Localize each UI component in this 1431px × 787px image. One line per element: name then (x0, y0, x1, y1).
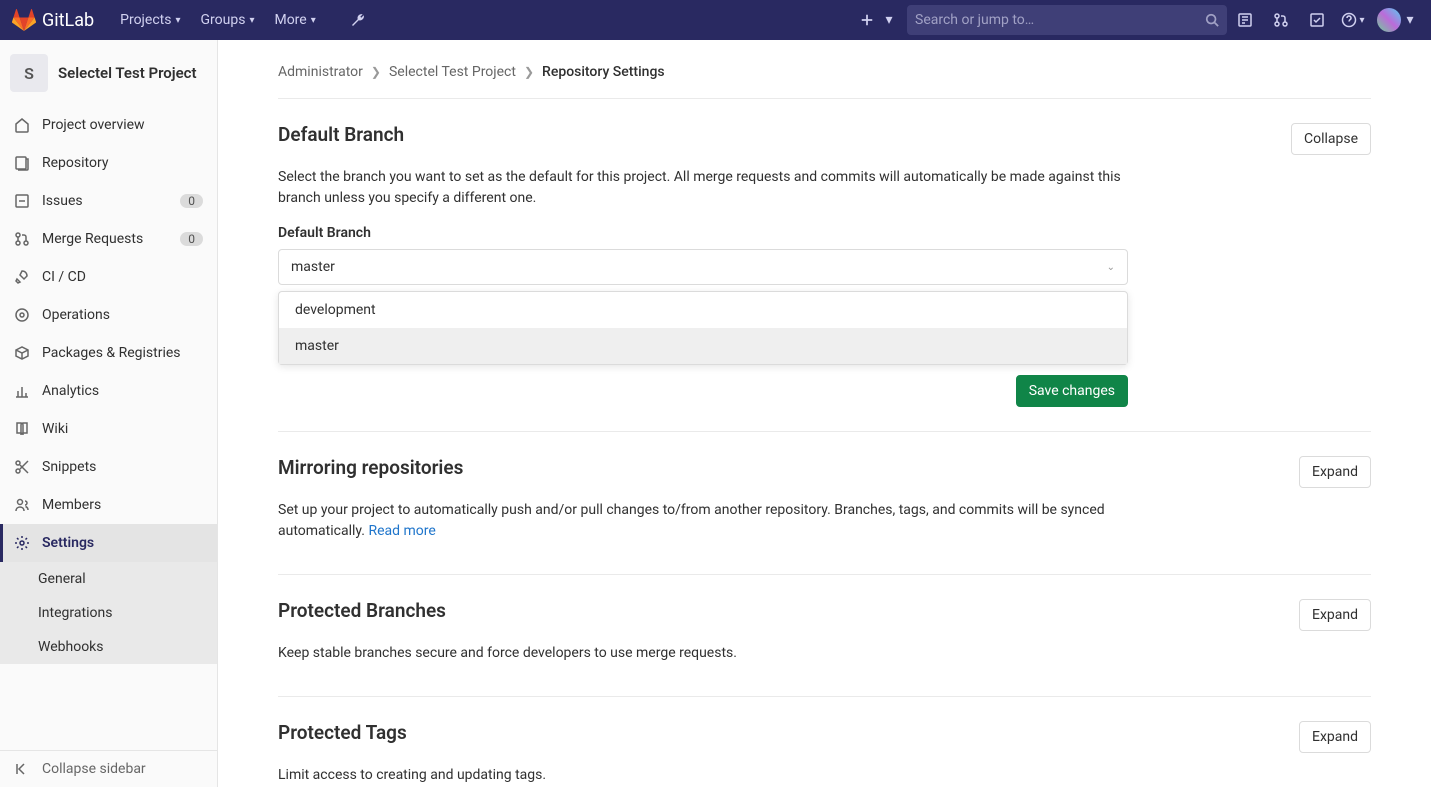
section-title: Protected Tags (278, 721, 1299, 744)
operations-icon (14, 307, 30, 323)
home-icon (14, 117, 30, 133)
settings-submenu: General Integrations Webhooks (0, 562, 217, 664)
section-protected-tags: Protected Tags Expand Limit access to cr… (278, 697, 1371, 787)
chevron-down-icon: ⌄ (1107, 262, 1115, 273)
project-header[interactable]: S Selectel Test Project (0, 40, 217, 106)
default-branch-label: Default Branch (278, 225, 1371, 241)
section-description: Set up your project to automatically pus… (278, 500, 1128, 542)
package-icon (14, 345, 30, 361)
chevron-down-icon: ▾ (175, 15, 180, 26)
expand-button[interactable]: Expand (1299, 456, 1371, 488)
top-navbar: GitLab Projects▾ Groups▾ More▾ ▾ ▾ ▾ (0, 0, 1431, 40)
sidebar-item-issues[interactable]: Issues0 (0, 182, 217, 220)
search-input[interactable] (907, 5, 1227, 35)
mr-count: 0 (180, 232, 203, 246)
admin-wrench-icon[interactable] (340, 12, 376, 28)
rocket-icon (14, 269, 30, 285)
sidebar-item-repository[interactable]: Repository (0, 144, 217, 182)
read-more-link[interactable]: Read more (368, 523, 435, 539)
sidebar-item-settings[interactable]: Settings (0, 524, 217, 562)
subnav-webhooks[interactable]: Webhooks (0, 630, 217, 664)
breadcrumb-admin[interactable]: Administrator (278, 64, 363, 80)
user-avatar[interactable] (1377, 8, 1401, 32)
help-icon[interactable]: ▾ (1335, 12, 1371, 28)
section-default-branch: Default Branch Collapse Select the branc… (278, 99, 1371, 432)
dropdown-option-development[interactable]: development (279, 292, 1127, 328)
section-description: Select the branch you want to set as the… (278, 167, 1128, 209)
gear-icon (14, 535, 30, 551)
todos-icon[interactable] (1299, 12, 1335, 28)
main-content: Administrator ❯ Selectel Test Project ❯ … (218, 40, 1431, 787)
section-title: Default Branch (278, 123, 1291, 146)
issues-icon (14, 193, 30, 209)
sidebar-item-operations[interactable]: Operations (0, 296, 217, 334)
breadcrumb-project[interactable]: Selectel Test Project (389, 64, 516, 80)
chart-icon (14, 383, 30, 399)
scissors-icon (14, 459, 30, 475)
issues-count: 0 (180, 194, 203, 208)
subnav-general[interactable]: General (0, 562, 217, 596)
folder-icon (14, 155, 30, 171)
save-changes-button[interactable]: Save changes (1016, 375, 1128, 407)
brand-name[interactable]: GitLab (42, 10, 94, 31)
sidebar-item-members[interactable]: Members (0, 486, 217, 524)
nav-more[interactable]: More▾ (264, 12, 325, 28)
sidebar-item-overview[interactable]: Project overview (0, 106, 217, 144)
collapse-button[interactable]: Collapse (1291, 123, 1371, 155)
sidebar-item-packages[interactable]: Packages & Registries (0, 334, 217, 372)
search-icon (1205, 13, 1219, 27)
merge-icon (14, 231, 30, 247)
section-title: Mirroring repositories (278, 456, 1299, 479)
project-sidebar: S Selectel Test Project Project overview… (0, 40, 218, 787)
expand-button[interactable]: Expand (1299, 599, 1371, 631)
sidebar-item-merge-requests[interactable]: Merge Requests0 (0, 220, 217, 258)
sidebar-item-snippets[interactable]: Snippets (0, 448, 217, 486)
chevron-down-icon: ▾ (311, 15, 316, 26)
gitlab-logo-icon[interactable] (12, 8, 36, 32)
chevron-right-icon: ❯ (524, 65, 534, 79)
section-description: Limit access to creating and updating ta… (278, 765, 1128, 786)
chevron-down-icon: ▾ (249, 15, 254, 26)
issues-icon[interactable] (1227, 12, 1263, 28)
merge-requests-icon[interactable] (1263, 12, 1299, 28)
breadcrumb: Administrator ❯ Selectel Test Project ❯ … (278, 60, 1371, 99)
project-name: Selectel Test Project (58, 64, 197, 82)
book-icon (14, 421, 30, 437)
users-icon (14, 497, 30, 513)
collapse-icon (14, 761, 30, 777)
project-avatar: S (10, 54, 48, 92)
section-title: Protected Branches (278, 599, 1299, 622)
section-protected-branches: Protected Branches Expand Keep stable br… (278, 575, 1371, 697)
chevron-down-icon[interactable]: ▾ (1401, 12, 1419, 28)
sidebar-item-cicd[interactable]: CI / CD (0, 258, 217, 296)
dropdown-option-master[interactable]: master (279, 328, 1127, 364)
branch-dropdown: development master (278, 291, 1128, 365)
default-branch-select[interactable]: master ⌄ (278, 249, 1128, 285)
expand-button[interactable]: Expand (1299, 721, 1371, 753)
subnav-integrations[interactable]: Integrations (0, 596, 217, 630)
collapse-sidebar[interactable]: Collapse sidebar (0, 750, 217, 787)
sidebar-item-wiki[interactable]: Wiki (0, 410, 217, 448)
nav-projects[interactable]: Projects▾ (110, 12, 190, 28)
chevron-down-icon[interactable]: ▾ (879, 12, 899, 28)
section-description: Keep stable branches secure and force de… (278, 643, 1128, 664)
breadcrumb-current: Repository Settings (542, 64, 665, 80)
section-mirroring: Mirroring repositories Expand Set up you… (278, 432, 1371, 575)
chevron-right-icon: ❯ (371, 65, 381, 79)
nav-groups[interactable]: Groups▾ (191, 12, 265, 28)
sidebar-item-analytics[interactable]: Analytics (0, 372, 217, 410)
